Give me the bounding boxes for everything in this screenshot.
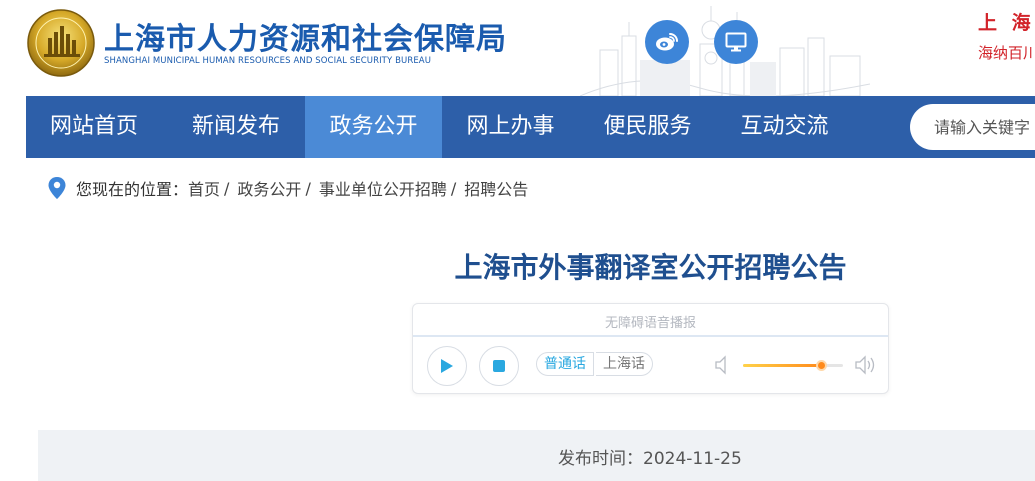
bureau-emblem-logo[interactable] (26, 8, 96, 78)
breadcrumb-government-affairs[interactable]: 政务公开 (237, 176, 301, 200)
nav-item-online-services[interactable]: 网上办事 (442, 96, 579, 158)
weibo-icon (656, 33, 678, 51)
site-title: 上海市人力资源和社会保障局 (104, 22, 507, 57)
nav-item-interaction[interactable]: 互动交流 (716, 96, 853, 158)
breadcrumb-public-recruitment[interactable]: 事业单位公开招聘 (319, 176, 447, 200)
volume-slider[interactable] (743, 360, 843, 371)
search-input[interactable] (910, 104, 1035, 150)
article-title: 上海市外事翻译室公开招聘公告 (454, 251, 847, 284)
nav-item-home[interactable]: 网站首页 (26, 96, 162, 158)
play-button[interactable] (427, 346, 467, 386)
breadcrumb-separator: / (305, 178, 311, 198)
screen-mode-button[interactable] (714, 20, 758, 64)
main-nav: 网站首页 新闻发布 政务公开 网上办事 便民服务 互动交流 (26, 96, 1035, 158)
lang-mandarin-button[interactable]: 普通话 (536, 352, 594, 376)
publish-info-bar: 发布时间：2024-11-25 (38, 430, 1035, 481)
breadcrumb-prefix: 您现在的位置： (76, 180, 189, 199)
stop-icon (493, 360, 505, 372)
publish-date: 发布时间：2024-11-25 (558, 449, 742, 469)
nav-item-government-affairs[interactable]: 政务公开 (305, 96, 442, 158)
slogan-line-1: 上 海 城 (978, 12, 1035, 34)
lang-shanghainese-button[interactable]: 上海话 (596, 352, 653, 376)
breadcrumb-home[interactable]: 首页 (188, 176, 220, 200)
slogan-line-2: 海纳百川 (978, 44, 1035, 62)
volume-low-icon[interactable] (715, 355, 729, 375)
play-icon (441, 359, 453, 373)
breadcrumb-separator: / (450, 178, 457, 198)
site-header: 上海市人力资源和社会保障局 SHANGHAI MUNICIPAL HUMAN R… (0, 0, 1035, 96)
weibo-button[interactable] (645, 20, 689, 64)
nav-item-public-services[interactable]: 便民服务 (579, 96, 716, 158)
site-subtitle: SHANGHAI MUNICIPAL HUMAN RESOURCES AND S… (104, 56, 432, 66)
breadcrumb-recruitment-notice[interactable]: 招聘公告 (464, 176, 528, 200)
player-progress-bar[interactable] (413, 335, 888, 337)
breadcrumb-separator: / (224, 178, 230, 198)
nav-item-news[interactable]: 新闻发布 (168, 96, 304, 158)
monitor-icon (725, 32, 747, 52)
volume-slider-fill (743, 364, 821, 367)
location-pin-icon (48, 177, 66, 199)
player-label: 无障碍语音播报 (604, 316, 696, 331)
breadcrumb: 您现在的位置： 首页 / 政务公开 / 事业单位公开招聘 / 招聘公告 (48, 177, 528, 199)
volume-slider-handle[interactable] (816, 360, 827, 371)
stop-button[interactable] (479, 346, 519, 386)
volume-high-icon[interactable] (855, 355, 877, 375)
accessible-audio-player: 无障碍语音播报 普通话 上海话 (412, 303, 889, 394)
